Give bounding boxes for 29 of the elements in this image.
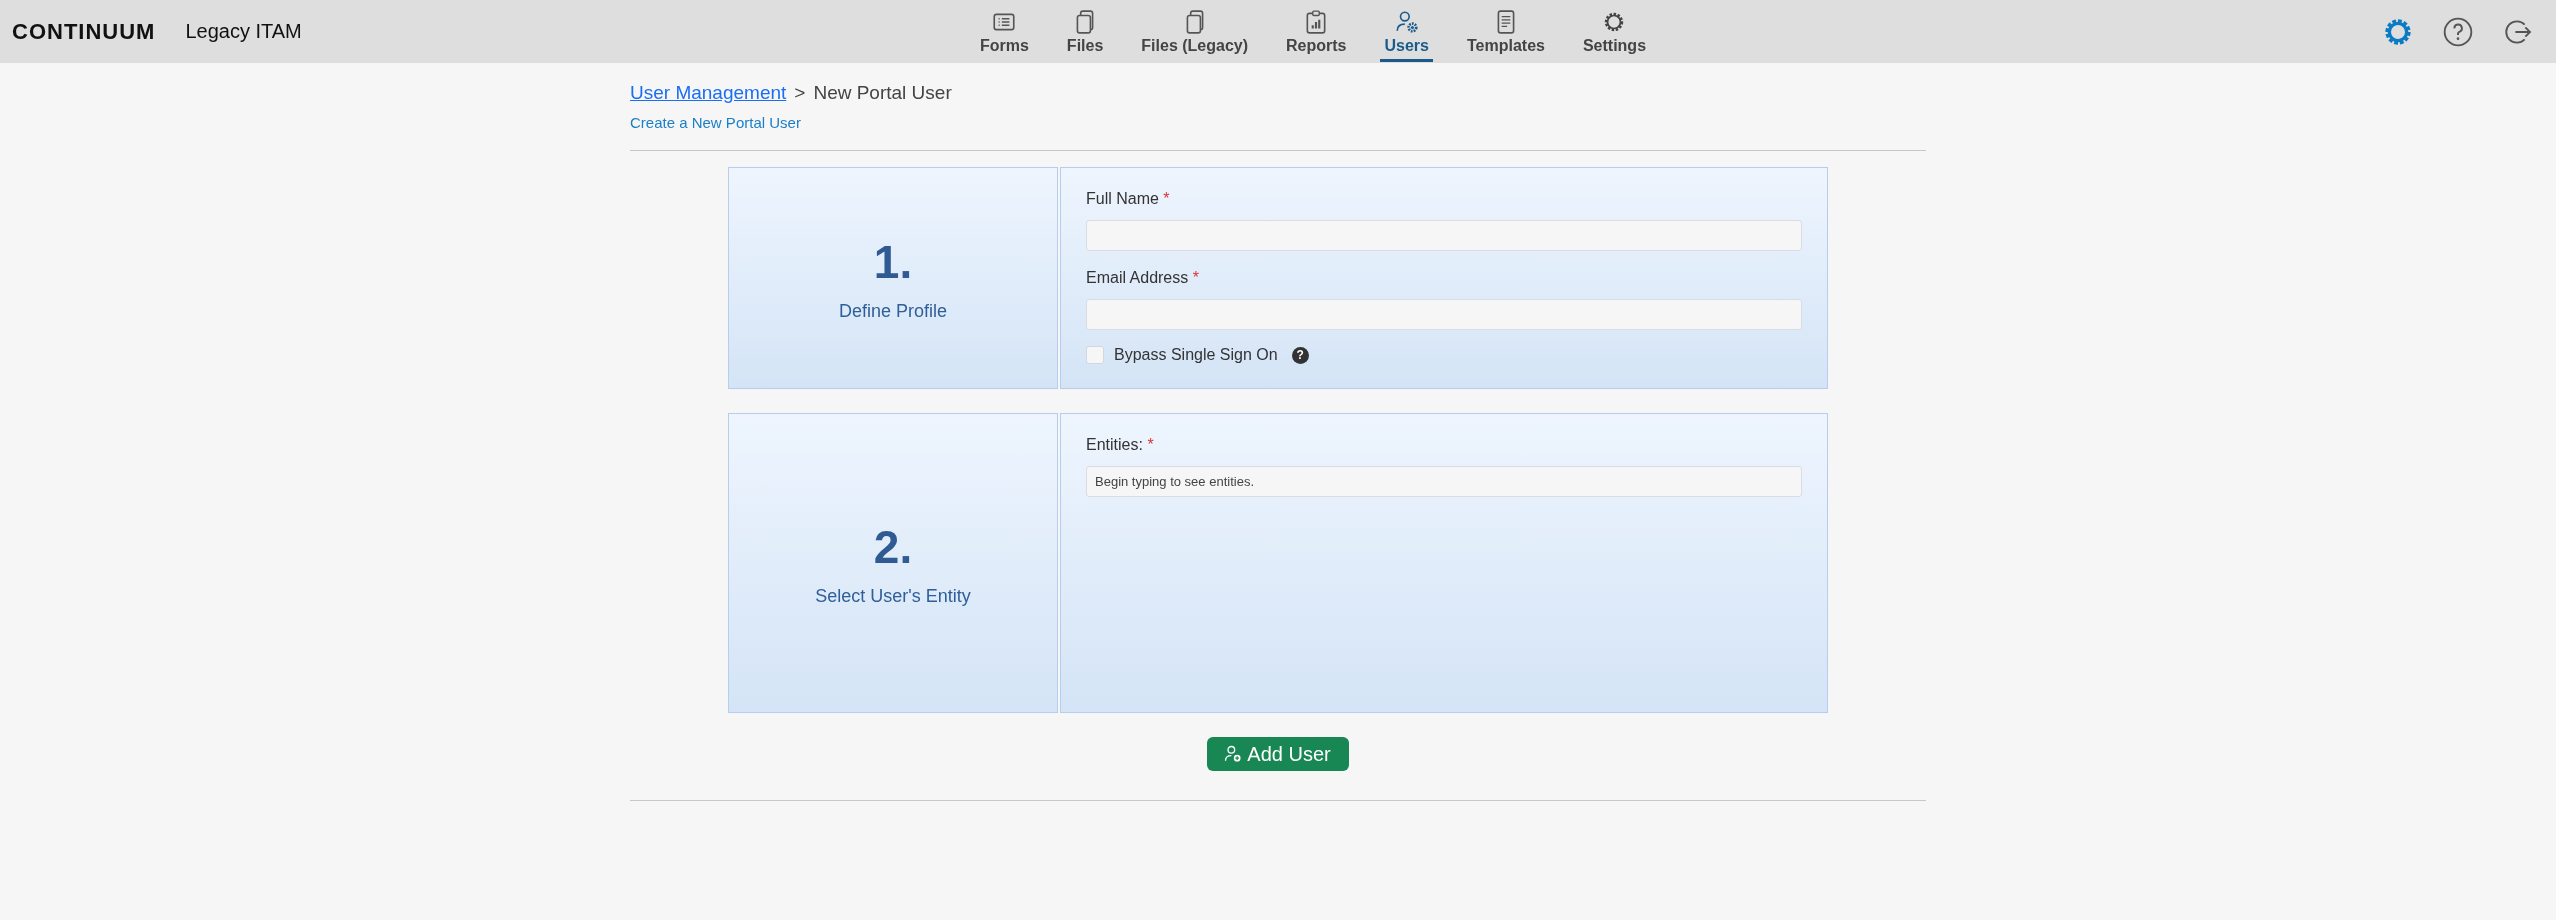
step-title: Define Profile xyxy=(838,300,948,322)
text-field[interactable] xyxy=(1086,220,1802,251)
step-number: 1. xyxy=(873,234,913,289)
checkbox[interactable] xyxy=(1086,346,1104,364)
app-name: Legacy ITAM xyxy=(185,20,302,43)
breadcrumb-current: New Portal User xyxy=(813,82,952,104)
help-icon[interactable] xyxy=(2442,15,2474,48)
nav-tab[interactable]: Files (Legacy) xyxy=(1137,1,1253,62)
text-field[interactable]: Begin typing to see entities. xyxy=(1086,466,1802,497)
nav-tab[interactable]: Files xyxy=(1062,1,1108,62)
nav-tab[interactable]: Templates xyxy=(1462,1,1549,62)
nav-tab[interactable]: Users xyxy=(1380,1,1433,62)
field-label: Entities: * xyxy=(1086,436,1155,454)
nav-tab[interactable]: Reports xyxy=(1282,1,1351,62)
logo: CONTINUUM xyxy=(12,18,156,45)
nav-tab[interactable]: Forms xyxy=(975,1,1033,62)
page-subtitle: Create a New Portal User xyxy=(630,114,801,131)
breadcrumb-separator: > xyxy=(794,82,806,104)
checkbox-label: Bypass Single Sign On xyxy=(1114,346,1278,364)
user-gear-icon xyxy=(1393,9,1420,35)
add-user-button[interactable]: Add User xyxy=(1207,737,1349,771)
help-icon[interactable]: ? xyxy=(1291,346,1309,364)
step-title: Select User's Entity xyxy=(815,585,971,607)
step-number: 2. xyxy=(873,519,913,574)
breadcrumb-link[interactable]: User Management xyxy=(630,82,787,104)
text-field[interactable] xyxy=(1086,299,1802,330)
nav-tab[interactable]: Settings xyxy=(1578,1,1651,62)
field-label: Full Name * xyxy=(1086,190,1171,208)
field-label: Email Address * xyxy=(1086,269,1200,287)
